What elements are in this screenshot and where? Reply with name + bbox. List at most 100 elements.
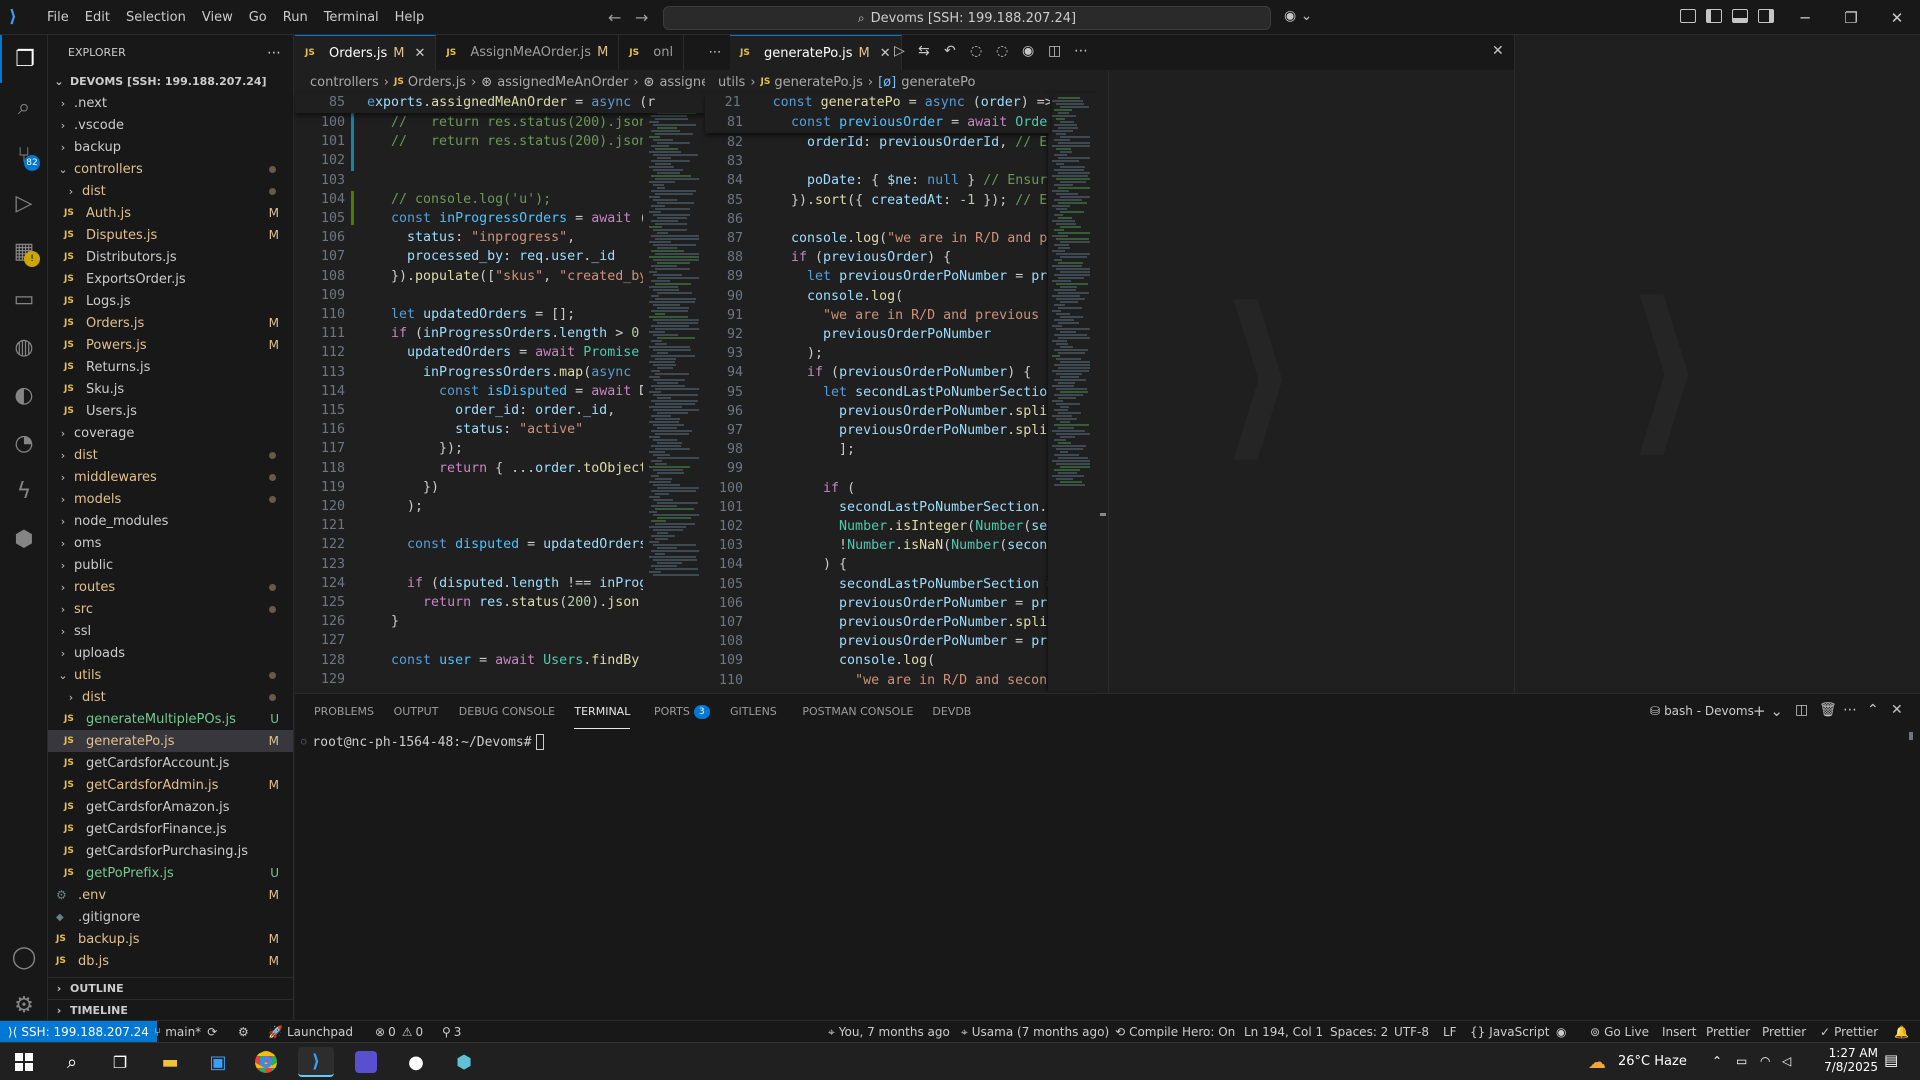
editor-tab[interactable]: JS generatePo.js M ✕: [730, 35, 902, 70]
previous-revision-icon[interactable]: ◌: [970, 43, 982, 59]
folder-item[interactable]: ⌄ controllers: [48, 158, 293, 180]
volume-icon[interactable]: ◁: [1782, 1054, 1791, 1068]
timeline-icon[interactable]: ◔: [0, 419, 48, 467]
terminal-instance[interactable]: ⛁ bash - Devoms: [1650, 704, 1754, 718]
file-item[interactable]: JS getCardsforAccount.js: [48, 752, 293, 774]
folder-item[interactable]: › coverage: [48, 422, 293, 444]
breadcrumb-item[interactable]: Orders.js: [408, 75, 466, 90]
file-item[interactable]: JS Logs.js: [48, 290, 293, 312]
customize-layout-icon[interactable]: [1680, 9, 1696, 23]
chrome-icon[interactable]: [248, 1047, 284, 1077]
file-item[interactable]: JS getPoPrefix.js U: [48, 862, 293, 884]
left-code-area[interactable]: // return res.status(200).json // return…: [375, 113, 643, 691]
remote-indicator[interactable]: ⟩⟨ SSH: 199.188.207.24: [0, 1021, 157, 1043]
git-graph-icon[interactable]: ⚙: [238, 1021, 249, 1043]
wifi-icon[interactable]: ◠: [1760, 1054, 1770, 1068]
run-code-icon[interactable]: ▷: [894, 43, 905, 59]
file-item[interactable]: JS Returns.js: [48, 356, 293, 378]
folder-item[interactable]: › public: [48, 554, 293, 576]
prettier-1[interactable]: Prettier: [1706, 1021, 1750, 1043]
file-item[interactable]: JS getCardsforFinance.js: [48, 818, 293, 840]
source-control-icon[interactable]: ⑂ 82: [0, 131, 48, 179]
folder-item[interactable]: › dist: [48, 444, 293, 466]
close-window-icon[interactable]: ✕: [1874, 0, 1920, 35]
terminal-output[interactable]: ○ root@nc-ph-1564-48:~/Devoms#: [301, 734, 544, 750]
more-actions-icon[interactable]: ⋯: [267, 45, 281, 61]
toggle-sidebar-icon[interactable]: [1706, 9, 1722, 23]
new-terminal-icon[interactable]: + ⌄: [1753, 702, 1783, 720]
folder-item[interactable]: › .next: [48, 92, 293, 114]
panel-more-icon[interactable]: ⋯: [1843, 702, 1857, 718]
editor-more-actions-icon[interactable]: ⋯: [1074, 43, 1088, 59]
search-icon[interactable]: ⌕: [0, 83, 48, 131]
panel-tab-devdb[interactable]: DEVDB: [932, 694, 971, 729]
back-arrow-icon[interactable]: ←: [608, 8, 621, 27]
file-item[interactable]: JS Auth.js M: [48, 202, 293, 224]
menu-run[interactable]: Run: [275, 0, 316, 35]
folder-item[interactable]: › ssl: [48, 620, 293, 642]
notifications-bell-icon[interactable]: 🔔: [1894, 1021, 1909, 1043]
right-minimap[interactable]: [1048, 93, 1098, 691]
folder-item[interactable]: › .vscode: [48, 114, 293, 136]
file-item[interactable]: ⚙ .env M: [48, 884, 293, 906]
toggle-panel-icon[interactable]: [1732, 9, 1748, 23]
vscode-taskbar-icon[interactable]: ⟩: [298, 1047, 334, 1077]
file-item[interactable]: JS getCardsforAdmin.js M: [48, 774, 293, 796]
explorer-icon[interactable]: ❐: [0, 35, 48, 83]
terminal-scrollbar[interactable]: [1909, 732, 1913, 740]
menu-file[interactable]: File: [39, 0, 77, 35]
panel-tab-output[interactable]: OUTPUT: [394, 694, 439, 729]
close-tab-icon[interactable]: ✕: [414, 46, 425, 61]
python-icon[interactable]: ⬢: [0, 515, 48, 563]
command-center[interactable]: ⌕ Devoms [SSH: 199.188.207.24]: [663, 6, 1271, 30]
editor-tab[interactable]: JS onl: [619, 35, 685, 70]
file-item[interactable]: JS db.js M: [48, 950, 293, 972]
timeline-section[interactable]: › TIMELINE: [48, 999, 293, 1020]
panel-tab-gitlens[interactable]: GITLENS: [730, 694, 777, 729]
breadcrumb-item[interactable]: assigned: [659, 75, 705, 90]
open-changes-icon[interactable]: ⇆: [918, 43, 930, 59]
weather-label[interactable]: 26°C Haze: [1618, 1054, 1687, 1069]
problems-indicator[interactable]: ⊗ 0 ⚠ 0: [375, 1021, 423, 1043]
folder-item[interactable]: › middlewares: [48, 466, 293, 488]
breadcrumb-item[interactable]: controllers: [310, 75, 379, 90]
folder-item[interactable]: › dist: [48, 180, 293, 202]
workspace-root[interactable]: ⌄ DEVOMS [SSH: 199.188.207.24]: [48, 70, 293, 92]
go-live[interactable]: ⊚ Go Live: [1590, 1021, 1649, 1043]
file-item[interactable]: JS getCardsforAmazon.js: [48, 796, 293, 818]
file-item[interactable]: JS Powers.js M: [48, 334, 293, 356]
menu-view[interactable]: View: [194, 0, 241, 35]
folder-item[interactable]: › routes: [48, 576, 293, 598]
language-mode[interactable]: {} JavaScript: [1470, 1021, 1549, 1043]
weather-icon[interactable]: ☁: [1588, 1052, 1606, 1073]
empty-editor-group[interactable]: ⟩: [1108, 70, 1514, 693]
breadcrumb-item[interactable]: utils: [718, 75, 745, 90]
left-tabs-more-icon[interactable]: ⋯: [700, 35, 730, 70]
zoho-icon[interactable]: [348, 1047, 384, 1077]
prettier-2[interactable]: Prettier: [1762, 1021, 1806, 1043]
file-item[interactable]: JS ExportsOrder.js: [48, 268, 293, 290]
right-scrollbar[interactable]: [1098, 93, 1108, 691]
editor-tab[interactable]: JS AssignMeAOrder.js M: [436, 35, 620, 70]
editor-mode[interactable]: Insert: [1662, 1021, 1696, 1043]
remote-explorer-icon[interactable]: ▭: [0, 275, 48, 323]
microsoft-store-icon[interactable]: ▣: [200, 1047, 236, 1077]
postman-icon[interactable]: ◐: [0, 371, 48, 419]
maximize-panel-icon[interactable]: ⌃: [1867, 702, 1879, 718]
forward-arrow-icon[interactable]: →: [635, 8, 648, 27]
close-panel-icon[interactable]: ✕: [1891, 702, 1903, 718]
menu-go[interactable]: Go: [241, 0, 275, 35]
branch-indicator[interactable]: ⑂ main* ⟳: [154, 1021, 217, 1043]
folder-item[interactable]: › node_modules: [48, 510, 293, 532]
copilot-icon[interactable]: ◉ ⌄: [1284, 8, 1312, 24]
cursor-position[interactable]: Ln 194, Col 1: [1244, 1021, 1323, 1043]
menu-terminal[interactable]: Terminal: [316, 0, 387, 35]
panel-tab-postman-console[interactable]: POSTMAN CONSOLE: [802, 694, 913, 729]
next-revision-icon[interactable]: ◌: [996, 43, 1008, 59]
folder-item[interactable]: › oms: [48, 532, 293, 554]
restore-icon[interactable]: ❐: [1828, 0, 1874, 35]
encoding[interactable]: UTF-8: [1394, 1021, 1429, 1043]
file-item[interactable]: JS Orders.js M: [48, 312, 293, 334]
run-debug-icon[interactable]: ▷: [0, 179, 48, 227]
notification-center-icon[interactable]: ▤: [1884, 1051, 1898, 1069]
